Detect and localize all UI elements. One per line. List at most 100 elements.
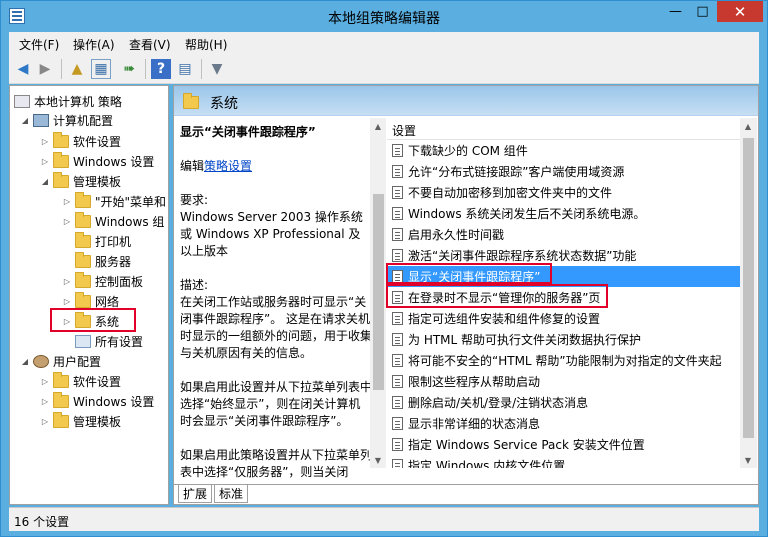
folder-icon (53, 371, 69, 388)
scroll-down-arrow-icon[interactable]: ▼ (740, 452, 756, 468)
tree-item-control-panel[interactable]: ▷ 控制面板 (62, 271, 143, 291)
expanded-arrow-icon[interactable]: ◢ (20, 357, 30, 366)
tree-item-software-settings[interactable]: ▷ 软件设置 (40, 131, 121, 151)
list-item[interactable]: 指定 Windows 内核文件位置 (387, 455, 742, 468)
menu-view[interactable]: 查看(V) (129, 36, 171, 53)
policy-setting-icon (392, 396, 403, 409)
folder-icon (75, 291, 91, 308)
scroll-thumb[interactable] (743, 138, 754, 438)
tree-item-windows-components[interactable]: ▷ Windows 组 (62, 211, 164, 231)
policy-setting-icon (392, 354, 403, 367)
tree-item-start-menu[interactable]: ▷ "开始"菜单和 (62, 191, 166, 211)
forward-arrow-icon[interactable]: ▶ (35, 59, 55, 79)
scroll-up-arrow-icon[interactable]: ▲ (370, 118, 386, 134)
users-icon (33, 354, 49, 368)
policy-setting-icon (392, 228, 403, 241)
collapsed-arrow-icon[interactable]: ▷ (40, 137, 50, 146)
policy-setting-icon (392, 312, 403, 325)
properties-view-icon[interactable]: ▤ (175, 59, 195, 79)
scroll-down-arrow-icon[interactable]: ▼ (370, 452, 386, 468)
minimize-button[interactable]: — (662, 1, 689, 22)
folder-icon (183, 93, 199, 109)
window-title: 本地组策略编辑器 (328, 11, 440, 27)
list-item[interactable]: 删除启动/关机/登录/注销状态消息 (387, 392, 742, 413)
list-item[interactable]: 指定 Windows Service Pack 安装文件位置 (387, 434, 742, 455)
scroll-thumb[interactable] (373, 194, 384, 390)
tree-item-admin-templates[interactable]: ◢ 管理模板 (40, 171, 121, 191)
close-button[interactable]: ✕ (717, 1, 763, 22)
list-item[interactable]: 显示非常详细的状态消息 (387, 413, 742, 434)
menu-action[interactable]: 操作(A) (73, 36, 115, 53)
back-arrow-icon[interactable]: ◀ (13, 59, 33, 79)
list-item[interactable]: 下载缺少的 COM 组件 (387, 140, 742, 161)
list-item[interactable]: 允许“分布式链接跟踪”客户端使用域资源 (387, 161, 742, 182)
list-item[interactable]: 限制这些程序从帮助启动 (387, 371, 742, 392)
list-item[interactable]: 指定可选组件安装和组件修复的设置 (387, 308, 742, 329)
details-pane: 系统 显示“关闭事件跟踪程序” 编辑策略设置 要求: Windows Serve… (173, 85, 759, 505)
expanded-arrow-icon[interactable]: ◢ (20, 116, 30, 125)
collapsed-arrow-icon[interactable]: ▷ (40, 397, 50, 406)
settings-scrollbar[interactable]: ▲ ▼ (740, 118, 757, 468)
folder-icon (75, 191, 91, 208)
folder-icon (75, 231, 91, 248)
collapsed-arrow-icon[interactable]: ▷ (62, 197, 72, 206)
collapsed-arrow-icon[interactable]: ▷ (40, 417, 50, 426)
list-item[interactable]: 不要自动加密移到加密文件夹中的文件 (387, 182, 742, 203)
folder-icon (75, 211, 91, 228)
folder-icon (53, 151, 69, 168)
tab-extended[interactable]: 扩展 (178, 485, 213, 503)
list-item[interactable]: 为 HTML 帮助可执行文件关闭数据执行保护 (387, 329, 742, 350)
status-text: 16 个设置 (14, 515, 70, 529)
scroll-up-arrow-icon[interactable]: ▲ (740, 118, 756, 134)
expanded-arrow-icon[interactable]: ◢ (40, 177, 50, 186)
highlight-box (386, 263, 552, 284)
collapsed-arrow-icon[interactable]: ▷ (62, 297, 72, 306)
collapsed-arrow-icon[interactable]: ▷ (40, 157, 50, 166)
tree-item-user-windows-settings[interactable]: ▷ Windows 设置 (40, 391, 154, 411)
computer-icon (33, 113, 49, 127)
export-list-icon[interactable]: ➠ (119, 59, 139, 79)
menu-help[interactable]: 帮助(H) (185, 36, 227, 53)
policy-setting-icon (392, 144, 403, 157)
tree-root[interactable]: 本地计算机 策略 (14, 91, 122, 111)
menu-file[interactable]: 文件(F) (19, 36, 59, 53)
maximize-button[interactable]: □ (689, 1, 716, 22)
filter-icon[interactable]: ▼ (207, 59, 227, 79)
list-item[interactable]: 启用永久性时间戳 (387, 224, 742, 245)
description-scrollbar[interactable]: ▲ ▼ (370, 118, 386, 468)
setting-title: 显示“关闭事件跟踪程序” (180, 125, 316, 139)
menu-bar: 文件(F) 操作(A) 查看(V) 帮助(H) (9, 32, 759, 54)
folder-icon (53, 411, 69, 428)
description: 描述: 在关闭工作站或服务器时可显示“关闭事件跟踪程序”。 这是在请求关机时显示… (180, 278, 372, 360)
list-item[interactable]: 将可能不安全的“HTML 帮助”功能限制为对指定的文件夹起 (387, 350, 742, 371)
collapsed-arrow-icon[interactable]: ▷ (62, 217, 72, 226)
help-icon[interactable]: ? (151, 59, 171, 79)
tree-item-all-settings[interactable]: 所有设置 (62, 331, 143, 351)
tree-item-server[interactable]: 服务器 (62, 251, 131, 271)
tree-item-computer-config[interactable]: ◢ 计算机配置 (20, 110, 113, 130)
tree-item-windows-settings[interactable]: ▷ Windows 设置 (40, 151, 154, 171)
policy-setting-icon (392, 333, 403, 346)
collapsed-arrow-icon[interactable]: ▷ (40, 377, 50, 386)
collapsed-arrow-icon[interactable]: ▷ (62, 277, 72, 286)
tab-standard[interactable]: 标准 (214, 485, 249, 503)
title-bar[interactable]: 本地组策略编辑器 — □ ✕ (1, 1, 767, 32)
column-header-setting[interactable]: 设置 (387, 118, 742, 140)
tree-pane[interactable]: 本地计算机 策略 ◢ 计算机配置 ▷ 软件设置 ▷ Windows 设置 ◢ 管… (9, 85, 169, 505)
edit-policy-link[interactable]: 策略设置 (204, 159, 252, 173)
show-hide-tree-icon[interactable]: ▦ (91, 59, 111, 79)
policy-setting-icon (392, 417, 403, 430)
section-title: 系统 (210, 96, 238, 112)
folder-icon (75, 271, 91, 288)
policy-setting-icon (392, 165, 403, 178)
highlight-box (386, 284, 608, 308)
up-folder-icon[interactable]: ▲ (67, 59, 87, 79)
policy-setting-icon (392, 186, 403, 199)
tree-item-user-admin-templates[interactable]: ▷ 管理模板 (40, 411, 121, 431)
tree-item-user-software-settings[interactable]: ▷ 软件设置 (40, 371, 121, 391)
description-para-2: 如果启用此设置并从下拉菜单列表中选择“始终显示”，则在闭关计算机时会显示“关闭事… (180, 380, 372, 428)
description-panel: 显示“关闭事件跟踪程序” 编辑策略设置 要求: Windows Server 2… (180, 124, 372, 484)
list-item[interactable]: Windows 系统关闭发生后不关闭系统电源。 (387, 203, 742, 224)
tree-item-printers[interactable]: 打印机 (62, 231, 131, 251)
tree-item-user-config[interactable]: ◢ 用户配置 (20, 351, 101, 371)
